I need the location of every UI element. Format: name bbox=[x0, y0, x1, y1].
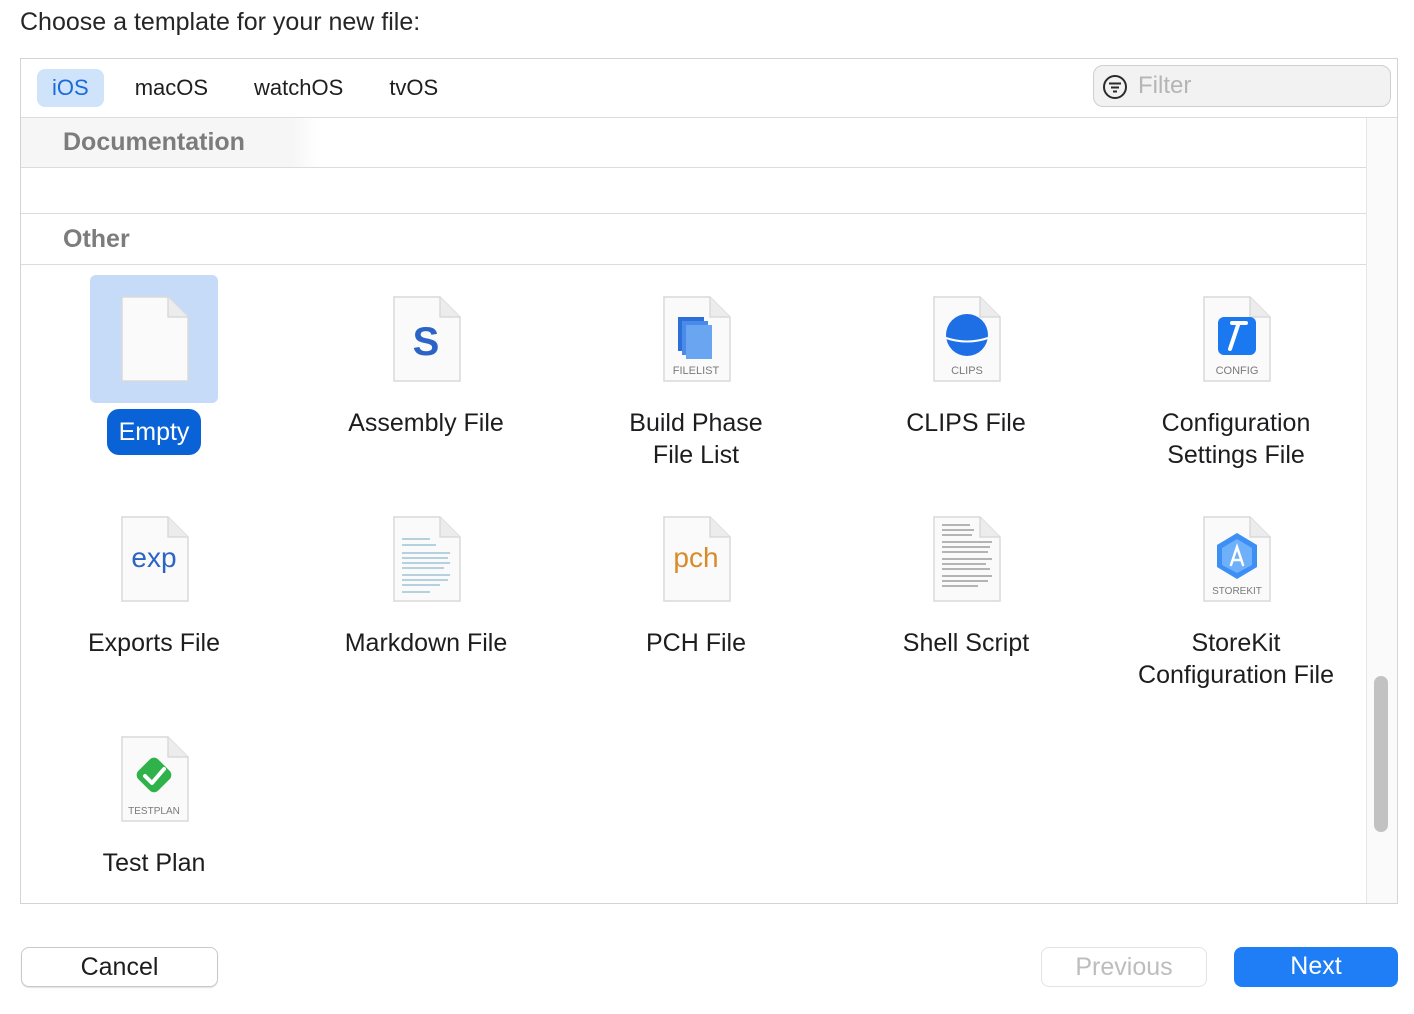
template-list: Documentation Other Empty S Assembly Fil… bbox=[21, 118, 1369, 903]
tab-macos[interactable]: macOS bbox=[120, 69, 223, 107]
svg-text:FILELIST: FILELIST bbox=[673, 365, 720, 377]
template-label: Shell Script bbox=[902, 629, 1030, 657]
section-title-other: Other bbox=[63, 225, 130, 253]
tab-ios[interactable]: iOS bbox=[37, 69, 104, 107]
template-chooser-panel: iOS macOS watchOS tvOS Documentation Oth… bbox=[20, 58, 1398, 904]
template-label: Test Plan bbox=[102, 849, 206, 877]
svg-text:STOREKIT: STOREKIT bbox=[1212, 586, 1262, 597]
exports-file-icon: exp bbox=[90, 495, 218, 623]
section-other[interactable]: Other bbox=[21, 215, 1369, 265]
template-label-line2: File List bbox=[652, 441, 740, 469]
svg-text:CONFIG: CONFIG bbox=[1216, 365, 1259, 377]
template-label: Markdown File bbox=[344, 629, 508, 657]
tab-watchos[interactable]: watchOS bbox=[239, 69, 358, 107]
section-title-documentation: Documentation bbox=[63, 128, 245, 156]
template-label: CLIPS File bbox=[906, 409, 1026, 437]
next-button[interactable]: Next bbox=[1234, 947, 1398, 987]
filter-icon bbox=[1103, 75, 1127, 99]
template-label-line1: Configuration bbox=[1161, 409, 1311, 437]
template-label-line2: Settings File bbox=[1167, 441, 1305, 469]
svg-text:exp: exp bbox=[131, 542, 176, 573]
template-label: PCH File bbox=[645, 629, 746, 657]
platform-toolbar: iOS macOS watchOS tvOS bbox=[21, 59, 1397, 118]
shell-script-icon bbox=[902, 495, 1030, 623]
svg-text:TESTPLAN: TESTPLAN bbox=[128, 806, 180, 817]
filter-field[interactable] bbox=[1093, 65, 1391, 107]
template-label: Assembly File bbox=[348, 409, 504, 437]
vertical-scrollbar[interactable] bbox=[1366, 118, 1397, 903]
clips-file-icon: CLIPS bbox=[902, 275, 1030, 403]
config-file-icon: CONFIG bbox=[1172, 275, 1300, 403]
markdown-file-icon bbox=[362, 495, 490, 623]
scrollbar-thumb[interactable] bbox=[1374, 676, 1388, 832]
testplan-file-icon: TESTPLAN bbox=[90, 715, 218, 843]
template-label-line2: Configuration File bbox=[1138, 661, 1334, 689]
svg-text:CLIPS: CLIPS bbox=[951, 365, 983, 377]
template-label: Exports File bbox=[88, 629, 220, 657]
template-label: Empty bbox=[106, 409, 202, 455]
section-documentation[interactable]: Documentation bbox=[21, 118, 1369, 168]
platform-tabs: iOS macOS watchOS tvOS bbox=[37, 69, 469, 107]
filelist-icon: FILELIST bbox=[632, 275, 760, 403]
template-label-line1: StoreKit bbox=[1191, 629, 1281, 657]
storekit-file-icon: STOREKIT bbox=[1172, 495, 1300, 623]
assembly-file-icon: S bbox=[362, 275, 490, 403]
tab-tvos[interactable]: tvOS bbox=[374, 69, 453, 107]
filter-input[interactable] bbox=[1136, 70, 1380, 102]
svg-text:pch: pch bbox=[673, 542, 718, 573]
svg-text:S: S bbox=[413, 320, 440, 364]
template-label-line1: Build Phase bbox=[629, 409, 763, 437]
cancel-button[interactable]: Cancel bbox=[21, 947, 218, 987]
dialog-prompt: Choose a template for your new file: bbox=[20, 8, 421, 36]
section-spacer bbox=[21, 168, 1369, 214]
empty-file-icon bbox=[90, 275, 218, 403]
previous-button[interactable]: Previous bbox=[1041, 947, 1207, 987]
pch-file-icon: pch bbox=[632, 495, 760, 623]
